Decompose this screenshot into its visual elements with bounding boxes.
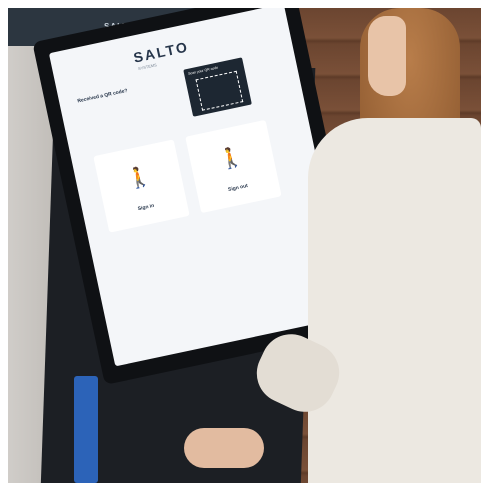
- sign-in-button[interactable]: 🚶 Sign in: [93, 139, 190, 233]
- screen-logo: SALTO: [132, 38, 191, 66]
- qr-title: Received a QR code?: [76, 87, 129, 105]
- qr-frame: [195, 70, 244, 111]
- walk-in-icon: 🚶: [124, 164, 154, 192]
- woman-blazer: [308, 118, 481, 483]
- kiosk-photo: SALTO SALTO SYSTEMS Received a QR code? …: [8, 8, 481, 483]
- qr-box-label: Scan your QR code: [187, 65, 219, 76]
- sign-out-label: Sign out: [227, 182, 249, 194]
- woman-hand: [184, 428, 264, 468]
- walk-out-icon: 🚶: [216, 145, 246, 173]
- kiosk-screen: SALTO SYSTEMS Received a QR code? Scan y…: [48, 8, 351, 367]
- water-bottle: [74, 376, 98, 483]
- sign-in-label: Sign in: [137, 202, 155, 213]
- qr-scan-box: Scan your QR code: [183, 57, 252, 117]
- sign-out-button[interactable]: 🚶 Sign out: [185, 119, 282, 214]
- woman-face: [368, 16, 406, 96]
